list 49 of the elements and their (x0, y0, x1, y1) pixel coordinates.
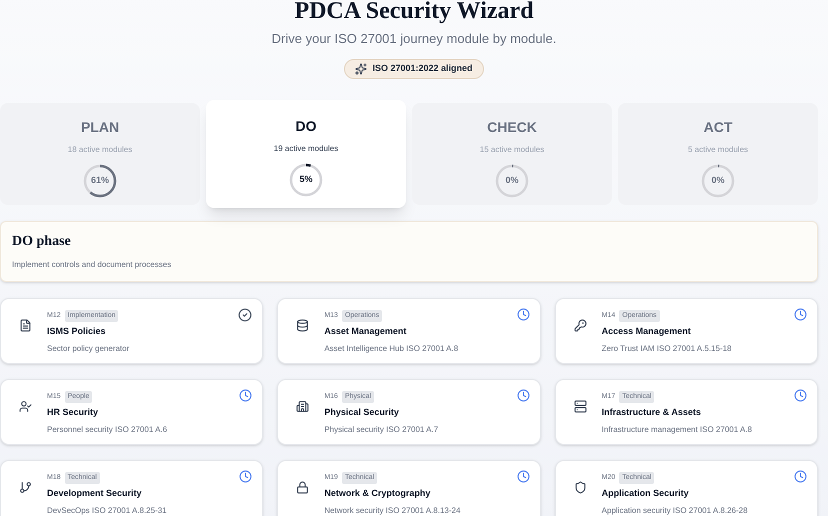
active-modules-count: 15 active modules (480, 144, 544, 156)
progress-reading: 61% (90, 174, 109, 187)
module-title: ISMS Policies (47, 325, 107, 338)
module-description: DevSecOps ISO 27001 A.8.25-31 (47, 504, 167, 516)
module-description: Zero Trust IAM ISO 27001 A.5.15-18 (602, 342, 732, 354)
sparkles-icon (355, 62, 368, 74)
module-description: Asset Intelligence Hub ISO 27001 A.8 (324, 342, 458, 354)
module-title: Infrastructure & Assets (602, 406, 702, 419)
key-icon (574, 318, 587, 332)
module-description: Sector policy generator (47, 342, 130, 354)
phase-banner-title: DO phase (12, 234, 72, 250)
badge-label: ISO 27001:2022 aligned (372, 62, 473, 75)
module-description: Infrastructure management ISO 27001 A.8 (602, 424, 752, 436)
active-modules-count: 5 active modules (688, 144, 748, 156)
module-title: Development Security (47, 487, 143, 500)
branch-icon (19, 480, 32, 494)
shield-icon (574, 480, 587, 494)
active-modules-count: 19 active modules (274, 142, 338, 154)
database-icon (296, 318, 310, 332)
progress-reading: 0% (711, 174, 724, 187)
lock-icon (296, 480, 310, 494)
phase-tab[interactable]: PLAN 18 active modules 61% (0, 102, 200, 204)
module-title: HR Security (47, 406, 100, 419)
phase-name: DO (296, 116, 316, 136)
module-title: Application Security (602, 487, 690, 500)
server-icon (574, 400, 587, 412)
module-title: Physical Security (324, 406, 400, 419)
progress-reading: 5% (299, 172, 312, 186)
phase-name: PLAN (80, 118, 120, 136)
page-title: PDCA Security Wizard (294, 0, 534, 23)
module-title: Asset Management (324, 325, 408, 338)
module-description: Personnel security ISO 27001 A.6 (47, 424, 168, 436)
page-subtitle: Drive your ISO 27001 journey module by module. (272, 30, 556, 48)
phase-banner-description: Implement controls and document processes (12, 258, 172, 270)
progress-reading: 0% (505, 174, 518, 187)
module-description: Network security ISO 27001 A.8.13-24 (324, 504, 460, 516)
phase-tab[interactable]: CHECK 15 active modules 0% (412, 102, 612, 204)
module-description: Application security ISO 27001 A.8.26-28 (602, 504, 748, 516)
phase-tab[interactable]: ACT 5 active modules 0% (618, 102, 818, 204)
user-check-icon (19, 400, 32, 412)
phase-name: ACT (704, 118, 732, 136)
document-icon (19, 318, 32, 332)
phase-tab[interactable]: DO 19 active modules 5% (206, 100, 406, 208)
active-modules-count: 18 active modules (68, 144, 132, 156)
module-title: Network & Cryptography (324, 487, 432, 500)
building-icon (296, 400, 310, 412)
phase-name: CHECK (487, 118, 537, 136)
module-title: Access Management (602, 325, 692, 338)
module-description: Physical security ISO 27001 A.7 (324, 424, 438, 436)
